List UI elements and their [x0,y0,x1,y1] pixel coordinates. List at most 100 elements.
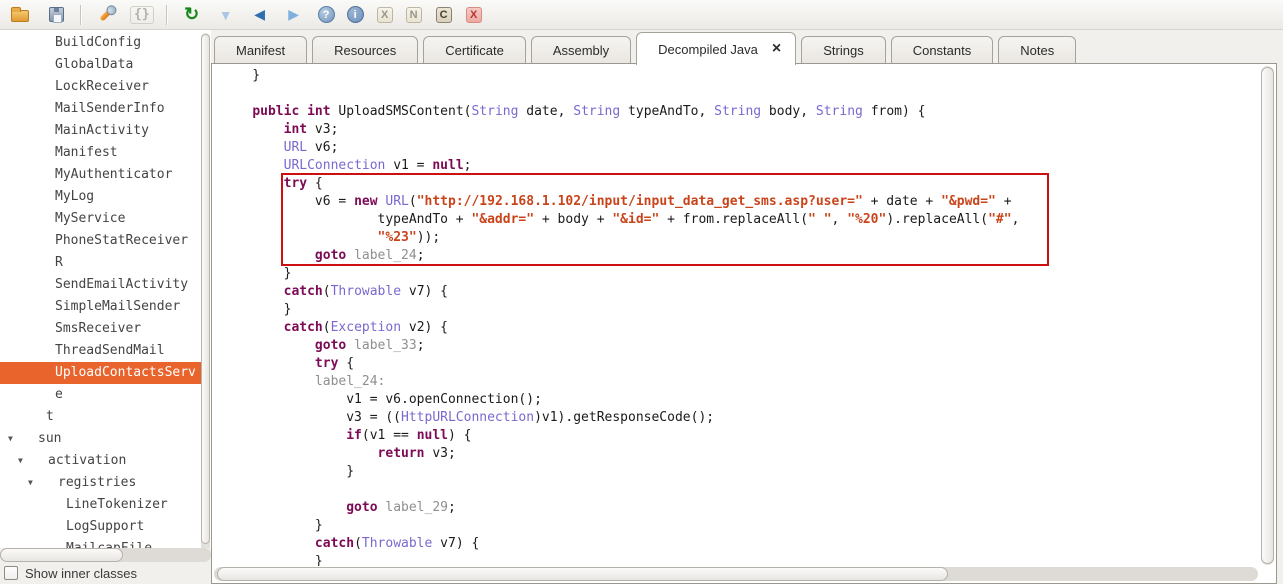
tree-item-smsreceiver[interactable]: SmsReceiver [0,318,202,340]
code-line: v6 = new URL("http://192.168.1.102/input… [221,193,1260,211]
expander-icon[interactable]: ▼ [8,428,13,450]
code-line: goto label_33; [221,337,1260,355]
tree-item-label: ThreadSendMail [0,340,165,362]
tab-label: Manifest [236,43,285,58]
tree-item-label: SmsReceiver [0,318,141,340]
code-line: goto label_24; [221,247,1260,265]
info-icon[interactable]: i [347,6,364,23]
tree-item-logsupport[interactable]: LogSupport [0,516,202,538]
tree-item-myservice[interactable]: MyService [0,208,202,230]
tab-constants[interactable]: Constants [891,36,994,64]
code-line: } [221,265,1260,283]
tab-notes[interactable]: Notes [998,36,1076,64]
tree-item-mainactivity[interactable]: MainActivity [0,120,202,142]
tab-decompiled-java[interactable]: Decompiled Java × [636,32,796,65]
tree-item-label: R [0,252,63,274]
tree-item-label: MyLog [0,186,94,208]
code-view[interactable]: } public int UploadSMSContent(String dat… [213,65,1260,566]
footer-bar: Show inner classes [0,562,211,584]
code-content: } public int UploadSMSContent(String dat… [213,65,1260,566]
tree-item-lockreceiver[interactable]: LockReceiver [0,76,202,98]
code-line: try { [221,175,1260,193]
c-button[interactable]: C [436,7,452,23]
code-line [221,85,1260,103]
wrench-icon[interactable] [94,3,118,27]
scrollbar-handle[interactable] [0,548,123,562]
tab-label: Decompiled Java [658,42,758,57]
tab-label: Assembly [553,43,609,58]
down-arrow-icon[interactable]: ▼ [216,3,236,27]
code-line: public int UploadSMSContent(String date,… [221,103,1260,121]
code-horizontal-scrollbar[interactable] [214,567,1258,581]
expander-icon[interactable]: ▼ [28,472,33,494]
tree-item-linetokenizer[interactable]: LineTokenizer [0,494,202,516]
tree-item-activation[interactable]: ▼activation [0,450,202,472]
tree-item-label: registries [0,472,136,494]
tree-item-globaldata[interactable]: GlobalData [0,54,202,76]
tree-item-sun[interactable]: ▼sun [0,428,202,450]
x-button[interactable]: X [377,7,393,23]
tree-item-label: LogSupport [0,516,144,538]
tree-item-label: LockReceiver [0,76,149,98]
tree-item-myauthenticator[interactable]: MyAuthenticator [0,164,202,186]
tab-label: Resources [334,43,396,58]
tree-item-r[interactable]: R [0,252,202,274]
code-line: catch(Throwable v7) { [221,283,1260,301]
scrollbar-handle[interactable] [1261,67,1274,564]
decompiled-java-panel: } public int UploadSMSContent(String dat… [211,63,1277,584]
refresh-icon[interactable]: ↻ [182,3,202,27]
tab-certificate[interactable]: Certificate [423,36,526,64]
scrollbar-handle[interactable] [217,567,948,581]
sidebar-vertical-scrollbar[interactable] [201,33,210,548]
code-line [221,481,1260,499]
tab-resources[interactable]: Resources [312,36,418,64]
tree-item-mailsenderinfo[interactable]: MailSenderInfo [0,98,202,120]
code-line: } [221,301,1260,319]
forward-icon[interactable]: ▶ [284,3,304,27]
expander-icon[interactable]: ▼ [18,450,23,472]
close-x-button[interactable]: X [466,7,482,23]
tree-item-manifest[interactable]: Manifest [0,142,202,164]
tree-item-registries[interactable]: ▼registries [0,472,202,494]
scrollbar-handle[interactable] [201,34,210,544]
code-line: catch(Throwable v7) { [221,535,1260,553]
tree-item-label: LineTokenizer [0,494,168,516]
code-line: } [221,517,1260,535]
tab-label: Notes [1020,43,1054,58]
tree-item-t[interactable]: t [0,406,202,428]
tree-item-buildconfig[interactable]: BuildConfig [0,32,202,54]
code-line: goto label_29; [221,499,1260,517]
tab-label: Certificate [445,43,504,58]
tab-close-icon[interactable]: × [772,42,781,56]
save-icon[interactable] [44,3,68,27]
braces-icon[interactable]: {} [130,6,154,24]
help-icon[interactable]: ? [318,6,335,23]
tree-item-sendemailactivity[interactable]: SendEmailActivity [0,274,202,296]
tree-item-simplemailsender[interactable]: SimpleMailSender [0,296,202,318]
code-line: return v3; [221,445,1260,463]
code-line: URLConnection v1 = null; [221,157,1260,175]
sidebar-horizontal-scrollbar[interactable] [0,548,211,562]
tree-item-label: BuildConfig [0,32,141,54]
toolbar: {} ↻ ▼ ◀ ▶ ? i X N C X [0,0,1283,30]
tree-item-mailcapfile[interactable]: MailcapFile [0,538,202,548]
tab-assembly[interactable]: Assembly [531,36,631,64]
tree-item-threadsendmail[interactable]: ThreadSendMail [0,340,202,362]
tab-manifest[interactable]: Manifest [214,36,307,64]
code-line: } [221,67,1260,85]
tree-item-phonestatreceiver[interactable]: PhoneStatReceiver [0,230,202,252]
code-vertical-scrollbar[interactable] [1261,66,1274,565]
n-button[interactable]: N [406,7,422,23]
show-inner-classes-checkbox[interactable] [4,566,18,580]
tab-bar: Manifest Resources Certificate Assembly Deco… [211,30,1283,64]
code-line: int v3; [221,121,1260,139]
tab-strings[interactable]: Strings [801,36,885,64]
tree-item-e[interactable]: e [0,384,202,406]
tree-item-label: t [0,406,54,428]
tree-item-uploadcontactsserv[interactable]: UploadContactsServ [0,362,202,384]
tree-item-mylog[interactable]: MyLog [0,186,202,208]
code-line: try { [221,355,1260,373]
back-icon[interactable]: ◀ [250,3,270,27]
tree-item-label: MainActivity [0,120,149,142]
open-folder-icon[interactable] [8,3,32,27]
